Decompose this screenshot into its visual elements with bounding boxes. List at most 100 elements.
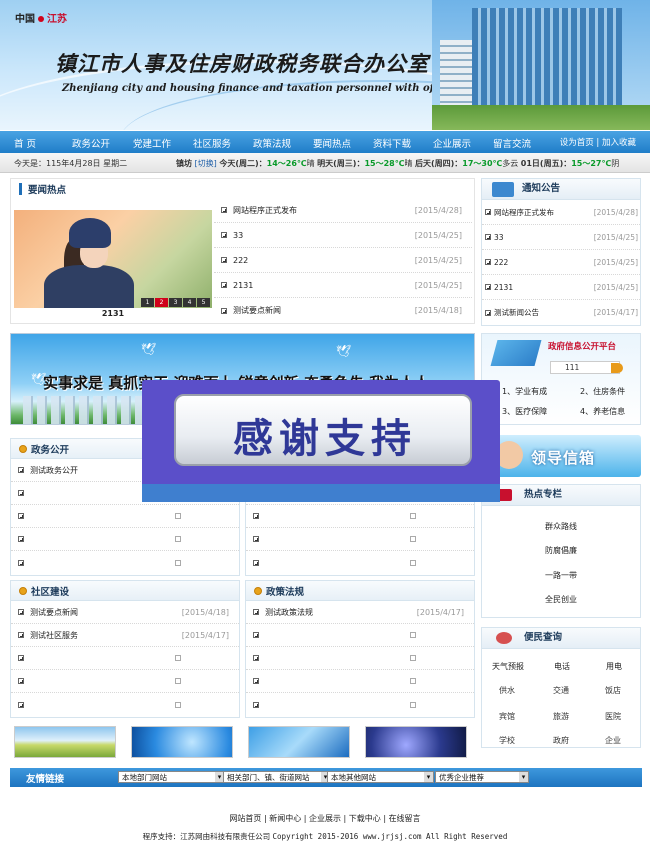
news-photo[interactable] xyxy=(14,210,212,308)
arrow-icon xyxy=(253,609,259,615)
footer-link[interactable]: 网站首页 xyxy=(229,814,261,823)
nav-item-downloads[interactable]: 资料下载 xyxy=(373,136,411,150)
policy-header: 政策法规 xyxy=(246,581,474,601)
footer-link[interactable]: 下载中心 xyxy=(349,814,381,823)
nav-item-policy[interactable]: 政策法规 xyxy=(253,136,291,150)
convenience-item[interactable]: 供水 xyxy=(487,685,527,696)
picture-link[interactable] xyxy=(131,726,233,758)
nav-right: 设为首页 | 加入收藏 xyxy=(559,138,636,148)
convenience-item[interactable]: 学校 xyxy=(487,735,527,746)
news-item[interactable]: 2131 [2015/4/25] xyxy=(214,273,472,298)
picture-link[interactable] xyxy=(14,726,116,758)
hot-column-item[interactable]: 防腐倡廉 xyxy=(482,545,640,556)
notice-item[interactable]: 222 [2015/4/25] xyxy=(482,250,640,275)
notice-item-title[interactable]: 33 xyxy=(494,233,504,242)
weather-tomorrow-cond: 晴 xyxy=(404,159,413,168)
friend-links-select[interactable]: 相关部门、镇、街道网站 xyxy=(223,771,331,783)
pager-1[interactable]: 1 xyxy=(141,298,154,307)
hot-column-item[interactable]: 一路一带 xyxy=(482,570,640,581)
leader-mailbox-banner[interactable]: 领导信箱 xyxy=(481,435,641,477)
footer-link[interactable]: 新闻中心 xyxy=(269,814,301,823)
nav-item-home[interactable]: 首 页 xyxy=(14,136,36,150)
notice-item-title[interactable]: 网站程序正式发布 xyxy=(494,207,554,218)
hot-column-item[interactable]: 群众路线 xyxy=(482,521,640,532)
gov-info-platform: 政府信息公开平台 111 1、学业有成 2、住房条件 3、医疗保障 4、养老信息 xyxy=(481,333,641,425)
nav-item-news[interactable]: 要闻热点 xyxy=(313,136,351,150)
convenience-item[interactable]: 宾馆 xyxy=(487,711,527,722)
list-item[interactable]: 测试要点新闻 [2015/4/18] xyxy=(11,601,239,624)
gov-info-item[interactable]: 4、养老信息 xyxy=(580,406,625,417)
convenience-item[interactable]: 电话 xyxy=(542,661,582,672)
notice-item-title[interactable]: 测试新闻公告 xyxy=(494,307,539,318)
go-arrow-icon[interactable] xyxy=(611,363,623,373)
title-bar-icon xyxy=(19,183,22,195)
weather-switch-link[interactable]: [切换] xyxy=(195,159,217,168)
convenience-item[interactable]: 医院 xyxy=(593,711,633,722)
dove-icon: 🕊 xyxy=(336,344,352,358)
footer-link[interactable]: 在线留言 xyxy=(389,814,421,823)
support-label: 程序支持： xyxy=(142,832,181,841)
thanks-overlay[interactable]: 感谢支持 xyxy=(142,380,500,502)
arrow-icon xyxy=(221,282,227,288)
nav-item-party[interactable]: 党建工作 xyxy=(133,136,171,150)
support-company[interactable]: 江苏网由科技有限责任公司 xyxy=(180,832,270,841)
picture-link[interactable] xyxy=(248,726,350,758)
footer-link[interactable]: 企业展示 xyxy=(309,814,341,823)
convenience-item[interactable]: 交通 xyxy=(541,685,581,696)
news-item-date: [2015/4/25] xyxy=(414,230,462,240)
news-photo-caption[interactable]: 2131 xyxy=(14,309,212,318)
pager-4[interactable]: 4 xyxy=(183,298,196,307)
pager-2[interactable]: 2 xyxy=(155,298,168,307)
convenience-item[interactable]: 用电 xyxy=(594,661,634,672)
nav-item-community[interactable]: 社区服务 xyxy=(193,136,231,150)
arrow-icon xyxy=(221,307,227,314)
convenience-item[interactable]: 饭店 xyxy=(593,685,633,696)
gov-info-item[interactable]: 3、医疗保障 xyxy=(502,406,547,417)
news-item-title[interactable]: 网站程序正式发布 xyxy=(233,205,297,216)
convenience-item[interactable]: 天气预报 xyxy=(488,661,528,672)
list-item-title[interactable]: 测试政策法规 xyxy=(265,607,313,618)
news-item[interactable]: 33 [2015/4/25] xyxy=(214,223,472,248)
notice-item-date: [2015/4/25] xyxy=(593,282,638,292)
arrow-icon xyxy=(253,536,259,542)
convenience-item[interactable]: 政府 xyxy=(541,735,581,746)
set-home-link[interactable]: 设为首页 xyxy=(560,138,594,148)
list-item[interactable]: 测试社区服务 [2015/4/17] xyxy=(11,624,239,647)
nav-item-gov-affairs[interactable]: 政务公开 xyxy=(72,136,110,150)
list-item xyxy=(11,693,239,716)
list-item-title[interactable]: 测试社区服务 xyxy=(30,630,78,641)
notice-item[interactable]: 测试新闻公告 [2015/4/17] xyxy=(482,300,640,325)
friend-links-select[interactable]: 本地部门网站 xyxy=(118,771,225,783)
gov-info-select[interactable]: 111 xyxy=(550,361,623,374)
pager-5[interactable]: 5 xyxy=(197,298,210,307)
gov-info-item[interactable]: 2、住房条件 xyxy=(580,386,625,397)
list-item[interactable]: 测试政策法规 [2015/4/17] xyxy=(246,601,474,624)
convenience-item[interactable]: 企业 xyxy=(593,735,633,746)
picture-link[interactable] xyxy=(365,726,467,758)
news-item-title[interactable]: 33 xyxy=(233,231,243,240)
notice-item[interactable]: 网站程序正式发布 [2015/4/28] xyxy=(482,200,640,225)
gov-info-item[interactable]: 1、学业有成 xyxy=(502,386,547,397)
news-item[interactable]: 网站程序正式发布 [2015/4/28] xyxy=(214,198,472,223)
notice-item[interactable]: 2131 [2015/4/25] xyxy=(482,275,640,300)
friend-links-select[interactable]: 本地其他网站 xyxy=(327,771,434,783)
news-item-title[interactable]: 222 xyxy=(233,256,248,265)
thanks-text: 感谢支持 xyxy=(233,416,417,462)
news-item-title[interactable]: 测试要点新闻 xyxy=(233,305,281,316)
nav-item-enterprise[interactable]: 企业展示 xyxy=(433,136,471,150)
nav-item-messages[interactable]: 留言交流 xyxy=(493,136,531,150)
news-item-title[interactable]: 2131 xyxy=(233,281,253,290)
news-item[interactable]: 222 [2015/4/25] xyxy=(214,248,472,273)
notice-item[interactable]: 33 [2015/4/25] xyxy=(482,225,640,250)
weather-after-label: 后天(周四)： xyxy=(414,159,463,168)
list-item-title[interactable]: 测试政务公开 xyxy=(30,465,78,476)
news-item[interactable]: 测试要点新闻 [2015/4/18] xyxy=(214,298,472,323)
convenience-item[interactable]: 旅游 xyxy=(541,711,581,722)
hot-column-item[interactable]: 全民创业 xyxy=(482,594,640,605)
add-favorite-link[interactable]: 加入收藏 xyxy=(602,138,636,148)
pager-3[interactable]: 3 xyxy=(169,298,182,307)
notice-item-title[interactable]: 2131 xyxy=(494,283,513,292)
friend-links-select[interactable]: 优秀企业推荐 xyxy=(435,771,529,783)
notice-item-title[interactable]: 222 xyxy=(494,258,508,267)
list-item-title[interactable]: 测试要点新闻 xyxy=(30,607,78,618)
